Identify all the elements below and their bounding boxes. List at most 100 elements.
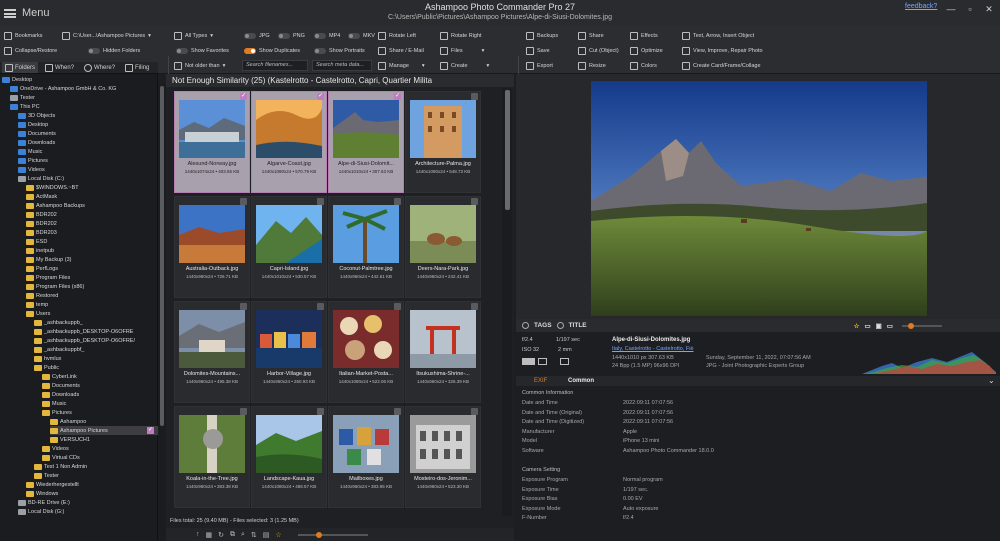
checkbox[interactable] [394, 408, 401, 415]
tree-item[interactable]: This PC [10, 102, 158, 111]
png-toggle[interactable]: PNG [278, 29, 305, 42]
tree-item[interactable]: Desktop [18, 120, 158, 129]
search-metadata-input[interactable]: Search meta data... [312, 60, 372, 71]
tags-radio[interactable] [522, 322, 529, 329]
fullscreen-icon[interactable]: ▣ [876, 322, 882, 330]
folder-path-dropdown[interactable]: C:\User...\Ashampoo Pictures ▾ [62, 29, 151, 42]
tree-item[interactable]: Windows [26, 489, 158, 498]
tab-where[interactable]: Where? [81, 62, 118, 73]
tree-item[interactable]: BDR202 [26, 219, 158, 228]
checkbox[interactable] [471, 303, 478, 310]
copy-icon[interactable]: ⧉ [230, 531, 235, 539]
checkbox[interactable] [394, 303, 401, 310]
checkbox[interactable] [471, 198, 478, 205]
checkbox-checked[interactable]: ✓ [317, 93, 324, 100]
checkbox[interactable] [240, 198, 247, 205]
create-card-button[interactable]: Create Card/Frame/Collage [682, 59, 761, 72]
tree-item[interactable]: Desktop [2, 75, 158, 84]
tree-item[interactable]: _ashbackuppb_DESKTOP-O6OFRE/ [34, 336, 158, 345]
view-improve-button[interactable]: View, Improve, Repair Photo [682, 44, 763, 57]
tree-item[interactable]: VERSUCH1 [50, 435, 158, 444]
checkbox[interactable] [240, 303, 247, 310]
close-icon[interactable]: ✕ [982, 2, 996, 16]
tree-item[interactable]: temp [26, 300, 158, 309]
tree-item[interactable]: Documents [18, 129, 158, 138]
tree-item[interactable]: ActMask [26, 192, 158, 201]
tree-item[interactable]: Videos [42, 444, 158, 453]
tree-item[interactable]: BDR203 [26, 228, 158, 237]
checkbox[interactable] [394, 198, 401, 205]
tree-item[interactable]: CyberLink [42, 372, 158, 381]
feedback-link[interactable]: feedback? [905, 3, 937, 10]
tree-item[interactable]: Ashampoo Backups [26, 201, 158, 210]
chevron-down-icon[interactable]: ⌄ [988, 376, 995, 385]
backups-button[interactable]: Backups [526, 29, 558, 42]
tree-item[interactable]: Test 1 Non Admin [34, 462, 158, 471]
optimize-button[interactable]: Optimize [630, 44, 663, 57]
checkbox[interactable] [471, 93, 478, 100]
mkv-toggle[interactable]: MKV [348, 29, 375, 42]
search-icon[interactable]: ⌕ [241, 531, 245, 539]
thumbnail-tile[interactable]: Landscape-Kaua.jpg 1440x1080x24 • 488.57 … [251, 406, 327, 508]
checkbox-checked[interactable]: ✓ [394, 93, 401, 100]
tree-item[interactable]: Program Files [26, 273, 158, 282]
tree-item[interactable]: Downloads [42, 390, 158, 399]
zoom-slider-handle[interactable] [315, 531, 322, 538]
checkbox[interactable] [240, 408, 247, 415]
refresh-icon[interactable]: ↻ [218, 531, 224, 539]
tree-item[interactable]: Local Disk (C:) [18, 174, 158, 183]
checkbox[interactable] [317, 198, 324, 205]
share-email-button[interactable]: Share / E-Mail [378, 44, 424, 57]
tree-item[interactable]: ESD [26, 237, 158, 246]
tree-item[interactable]: PerfLogs [26, 264, 158, 273]
star-filter-icon[interactable]: ☆ [275, 531, 281, 539]
not-older-than-dropdown[interactable]: Not older than ▾ [174, 59, 225, 72]
tree-item[interactable]: Music [42, 399, 158, 408]
info-icon[interactable]: ▭ [864, 322, 870, 330]
resize-button[interactable]: Resize [578, 59, 606, 72]
tree-item[interactable]: inetpub [26, 246, 158, 255]
tree-item[interactable]: hvmlux [34, 354, 158, 363]
tree-item[interactable]: Restored [26, 291, 158, 300]
tree-item[interactable]: Local Disk (G:) [18, 507, 158, 516]
thumbnail-tile[interactable]: Harbor-Village.jpg 1440x960x24 • 260.93 K… [251, 301, 327, 403]
tab-common[interactable]: Common [568, 378, 594, 384]
manage-menu[interactable]: Manage ▾ [378, 59, 425, 72]
tree-scrollbar-thumb[interactable] [160, 86, 164, 426]
export-button[interactable]: Export [526, 59, 553, 72]
grid-size-icon[interactable]: ▤ [263, 531, 270, 539]
tree-item[interactable]: Videos [18, 165, 158, 174]
maximize-icon[interactable]: ▫ [963, 2, 977, 16]
tab-filing[interactable]: Filing [122, 62, 152, 73]
up-arrow-icon[interactable]: ↑ [196, 531, 200, 538]
tree-item[interactable]: Public [34, 363, 158, 372]
tree-item[interactable]: Virtual CDs [42, 453, 158, 462]
tab-when[interactable]: When? [42, 62, 77, 73]
thumbnail-tile[interactable]: ✓ Alesund-Norway.jpg 1440x1074x24 • 403.55… [174, 91, 250, 193]
title-radio[interactable] [556, 322, 564, 329]
tree-item[interactable]: Users [26, 309, 158, 318]
thumbnail-tile[interactable]: Mailboxes.jpg 1440x960x24 • 383.95 KB [328, 406, 404, 508]
text-arrow-object-button[interactable]: Text, Arrow, Insert Object [682, 29, 754, 42]
show-duplicates-toggle[interactable]: Show Duplicates [244, 44, 300, 57]
tree-item[interactable]: _ashbackuppb_DESKTOP-O6OFRE [34, 327, 158, 336]
tree-item[interactable]: OneDrive - Ashampoo GmbH & Co. KG [10, 84, 158, 93]
thumbnail-tile[interactable]: Italian-Market-Posta... 1440x1080x24 • 52… [328, 301, 404, 403]
share-button[interactable]: Share [578, 29, 604, 42]
jpg-toggle[interactable]: JPG [244, 29, 270, 42]
mp4-toggle[interactable]: MP4 [314, 29, 340, 42]
tree-item[interactable]: Tester [10, 93, 158, 102]
tree-item[interactable]: Wiederhergestellt [26, 480, 158, 489]
tab-folders[interactable]: Folders [2, 62, 39, 73]
preview-zoom-slider[interactable] [901, 322, 942, 329]
file-types-dropdown[interactable]: All Types ▾ [174, 29, 213, 42]
tree-item[interactable]: Ashampoo [50, 417, 158, 426]
tree-item[interactable]: Pictures [42, 408, 158, 417]
tree-item[interactable]: Tester [34, 471, 158, 480]
thumbnail-tile[interactable]: Mosteiro-dos-Jeronim... 1440x960x24 • 523… [405, 406, 481, 508]
thumbnail-tile[interactable]: ✓ Alpe-di-Siusi-Dolomit... 1440x1010x24 • … [328, 91, 404, 193]
thumbnail-tile[interactable]: Dolomites-Mountains... 1440x960x24 • 495.… [174, 301, 250, 403]
tree-item[interactable]: Music [18, 147, 158, 156]
thumbnail-tile[interactable]: Australia-Outback.jpg 1440x960x24 • 726.7… [174, 196, 250, 298]
effects-button[interactable]: Effects [630, 29, 658, 42]
